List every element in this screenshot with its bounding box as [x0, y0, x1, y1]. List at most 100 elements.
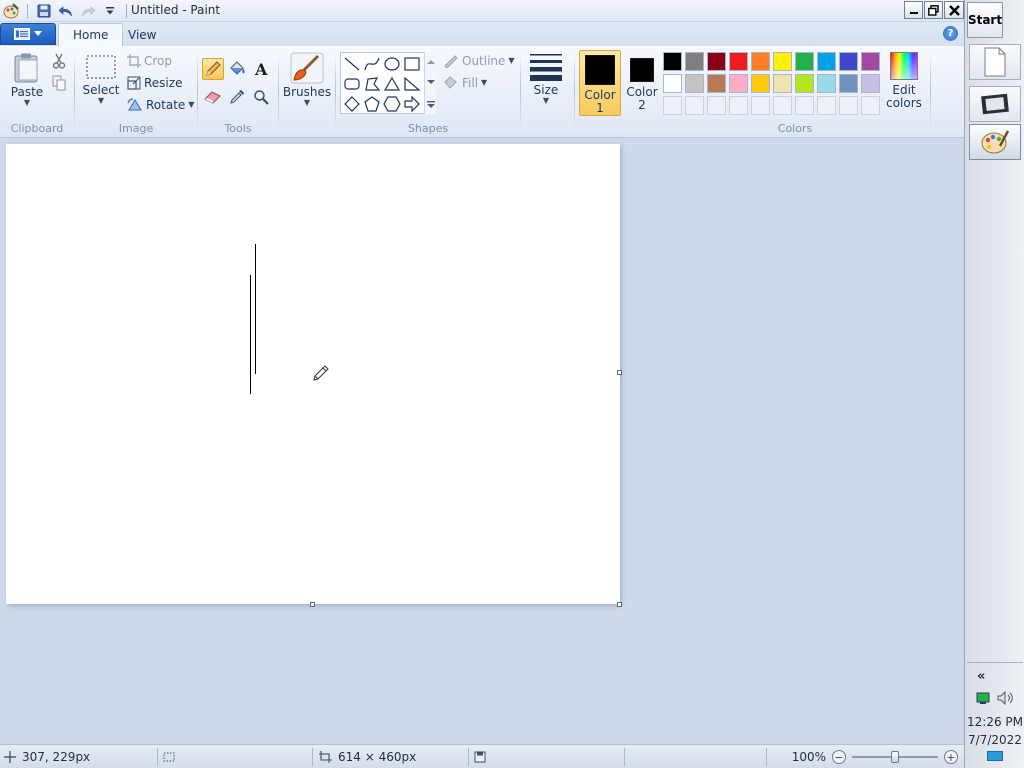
show-desktop-button[interactable] — [987, 751, 1003, 761]
zoom-out-button[interactable]: − — [832, 750, 846, 764]
palette-swatch[interactable] — [707, 52, 726, 71]
palette-swatch[interactable] — [839, 74, 858, 93]
palette-swatch[interactable] — [773, 74, 792, 93]
palette-swatch[interactable] — [707, 74, 726, 93]
start-button[interactable]: Start — [967, 2, 1003, 38]
close-button[interactable] — [944, 1, 964, 19]
palette-swatch[interactable] — [773, 52, 792, 71]
scissors-icon — [52, 53, 66, 69]
text-tool-button[interactable]: A — [250, 58, 272, 80]
curve-shape-icon[interactable] — [362, 54, 382, 74]
paint-app-icon[interactable] — [2, 2, 20, 20]
palette-swatch[interactable] — [663, 52, 682, 71]
shapes-gallery-scroller[interactable] — [424, 52, 436, 114]
cut-button[interactable] — [48, 50, 70, 72]
palette-swatch[interactable] — [751, 52, 770, 71]
color-picker-tool-button[interactable] — [226, 86, 248, 108]
taskbar-app-blank-document[interactable] — [969, 44, 1021, 80]
palette-swatch-empty[interactable] — [685, 96, 704, 115]
select-button[interactable]: Select ▼ — [82, 54, 120, 105]
fill-tool-button[interactable] — [226, 58, 248, 80]
clock-date[interactable]: 7/7/2022 — [967, 733, 1023, 747]
resize-button[interactable]: Resize — [127, 74, 182, 92]
palette-swatch[interactable] — [685, 52, 704, 71]
palette-swatch-empty[interactable] — [773, 96, 792, 115]
help-icon[interactable]: ? — [943, 26, 958, 41]
copy-button[interactable] — [48, 72, 70, 94]
taskbar-app-paint[interactable] — [969, 124, 1021, 160]
undo-icon[interactable] — [57, 2, 75, 20]
drawing-canvas[interactable] — [6, 144, 620, 604]
paint-palette-icon — [981, 130, 1010, 154]
palette-swatch[interactable] — [861, 74, 880, 93]
show-hidden-icons-button[interactable]: « — [977, 669, 985, 684]
palette-swatch[interactable] — [795, 52, 814, 71]
palette-swatch[interactable] — [795, 74, 814, 93]
magnifier-tool-button[interactable] — [250, 86, 272, 108]
canvas-workspace[interactable] — [0, 138, 964, 744]
triangle-shape-icon[interactable] — [382, 74, 402, 94]
zoom-in-button[interactable]: + — [944, 750, 958, 764]
chevron-down-icon — [34, 31, 42, 36]
edit-colors-button[interactable]: Edit colors — [884, 52, 924, 110]
minimize-button[interactable] — [904, 1, 923, 19]
clock-time[interactable]: 12:26 PM — [967, 715, 1023, 729]
right-arrow-shape-icon[interactable] — [402, 94, 422, 114]
zoom-slider[interactable] — [852, 750, 938, 764]
palette-swatch[interactable] — [729, 52, 748, 71]
restore-button[interactable] — [924, 1, 943, 19]
volume-icon[interactable] — [997, 691, 1015, 705]
color1-button[interactable]: Color 1 — [579, 50, 621, 116]
palette-swatch-empty[interactable] — [861, 96, 880, 115]
zoom-slider-thumb[interactable] — [891, 751, 899, 763]
palette-swatch-empty[interactable] — [663, 96, 682, 115]
quick-access-toolbar — [2, 2, 130, 20]
palette-swatch[interactable] — [839, 52, 858, 71]
tab-view[interactable]: View — [114, 23, 170, 46]
pentagon-shape-icon[interactable] — [362, 94, 382, 114]
eraser-tool-button[interactable] — [202, 86, 224, 108]
palette-swatch-empty[interactable] — [795, 96, 814, 115]
diamond-shape-icon[interactable] — [342, 94, 362, 114]
film-icon — [981, 93, 1009, 115]
rotate-button[interactable]: Rotate ▼ — [127, 96, 194, 114]
canvas-resize-handle-bottom[interactable] — [310, 602, 315, 607]
hexagon-shape-icon[interactable] — [382, 94, 402, 114]
save-icon[interactable] — [35, 2, 53, 20]
palette-swatch-empty[interactable] — [729, 96, 748, 115]
palette-swatch[interactable] — [817, 52, 836, 71]
brushes-button[interactable]: Brushes ▼ — [283, 52, 331, 107]
palette-swatch[interactable] — [817, 74, 836, 93]
rounded-rectangle-shape-icon[interactable] — [342, 74, 362, 94]
palette-swatch[interactable] — [729, 74, 748, 93]
paint-menu-button[interactable] — [0, 23, 56, 45]
color2-button[interactable]: Color 2 — [621, 50, 663, 116]
line-size-icon — [530, 54, 562, 81]
svg-text:A: A — [254, 61, 268, 77]
polygon-shape-icon[interactable] — [362, 74, 382, 94]
palette-swatch[interactable] — [663, 74, 682, 93]
network-icon[interactable] — [975, 691, 991, 705]
canvas-resize-handle-right[interactable] — [617, 370, 622, 375]
pencil-tool-button[interactable] — [202, 58, 224, 80]
palette-swatch-empty[interactable] — [839, 96, 858, 115]
palette-swatch[interactable] — [751, 74, 770, 93]
palette-swatch-empty[interactable] — [817, 96, 836, 115]
pencil-icon — [206, 61, 221, 76]
text-icon: A — [254, 61, 268, 77]
palette-swatch[interactable] — [861, 52, 880, 71]
rectangle-shape-icon[interactable] — [402, 54, 422, 74]
paste-button[interactable]: Paste ▼ — [8, 52, 46, 107]
customize-qat-icon[interactable] — [101, 2, 119, 20]
taskbar-app-film[interactable] — [969, 86, 1021, 122]
right-triangle-shape-icon[interactable] — [402, 74, 422, 94]
canvas-resize-handle-corner[interactable] — [617, 602, 622, 607]
palette-swatch-empty[interactable] — [751, 96, 770, 115]
size-button[interactable]: Size ▼ — [524, 52, 568, 105]
rotate-icon — [127, 98, 142, 111]
outline-dropdown-icon: ▼ — [508, 56, 515, 65]
palette-swatch[interactable] — [685, 74, 704, 93]
line-shape-icon[interactable] — [342, 54, 362, 74]
palette-swatch-empty[interactable] — [707, 96, 726, 115]
oval-shape-icon[interactable] — [382, 54, 402, 74]
